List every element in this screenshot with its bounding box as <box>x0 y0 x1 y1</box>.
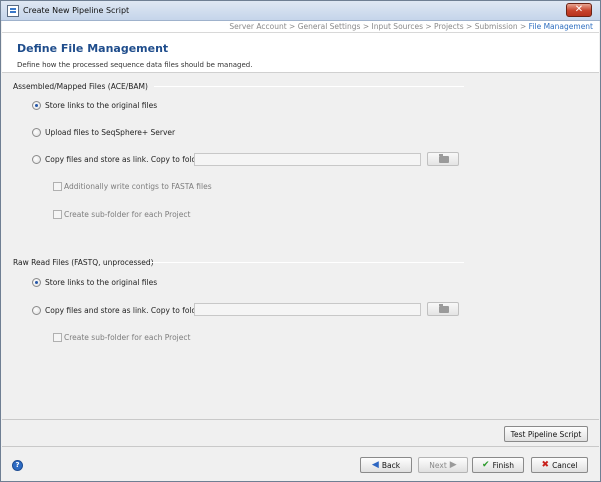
cancel-button[interactable]: ✖ Cancel <box>531 457 588 473</box>
assembled-links-radio[interactable] <box>32 101 41 110</box>
dialog-window: Create New Pipeline Script ✕ Server Acco… <box>0 0 601 482</box>
breadcrumb-step: General Settings <box>297 22 361 31</box>
breadcrumb-step: Submission <box>474 22 518 31</box>
button-separator <box>2 446 599 447</box>
assembled-folder-field[interactable] <box>194 153 421 166</box>
breadcrumb-separator: > <box>286 22 298 31</box>
cancel-label: Cancel <box>552 460 578 470</box>
assembled-upload-radio[interactable] <box>32 128 41 137</box>
next-label: Next <box>429 460 447 470</box>
title-bar[interactable]: Create New Pipeline Script ✕ <box>1 1 600 21</box>
raw-section-title: Raw Read Files (FASTQ, unprocessed) <box>13 258 154 267</box>
app-icon <box>7 5 19 17</box>
breadcrumb: Server Account > General Settings > Inpu… <box>229 22 593 31</box>
raw-browse-button[interactable] <box>427 302 459 316</box>
test-pipeline-button[interactable]: Test Pipeline Script <box>504 426 588 442</box>
finish-label: Finish <box>492 460 514 470</box>
raw-copy-label[interactable]: Copy files and store as link. Copy to fo… <box>45 306 206 315</box>
breadcrumb-step: Projects <box>434 22 464 31</box>
help-icon[interactable]: ? <box>12 460 23 471</box>
breadcrumb-current-step: File Management <box>528 22 593 31</box>
close-icon: ✕ <box>574 4 584 15</box>
wizard-header: Server Account > General Settings > Inpu… <box>2 21 599 73</box>
raw-copy-radio[interactable] <box>32 306 41 315</box>
breadcrumb-separator: > <box>517 22 529 31</box>
raw-links-label[interactable]: Store links to the original files <box>45 278 157 287</box>
folder-icon <box>439 154 449 163</box>
finish-button[interactable]: ✔ Finish <box>472 457 524 473</box>
assembled-browse-button[interactable] <box>427 152 459 166</box>
assembled-section-rule <box>154 86 464 87</box>
raw-section-rule <box>150 262 464 263</box>
assembled-fasta-label: Additionally write contigs to FASTA file… <box>64 182 212 191</box>
window-title: Create New Pipeline Script <box>23 6 130 15</box>
page-title: Define File Management <box>17 42 169 55</box>
breadcrumb-separator: > <box>463 22 475 31</box>
assembled-links-label[interactable]: Store links to the original files <box>45 101 157 110</box>
content-area: Assembled/Mapped Files (ACE/BAM) Store l… <box>2 74 599 419</box>
assembled-subfolder-label: Create sub-folder for each Project <box>64 210 191 219</box>
assembled-subfolder-checkbox[interactable] <box>53 210 62 219</box>
close-button[interactable]: ✕ <box>566 3 592 17</box>
header-divider <box>2 32 599 33</box>
assembled-upload-label[interactable]: Upload files to SeqSphere+ Server <box>45 128 175 137</box>
assembled-copy-label[interactable]: Copy files and store as link. Copy to fo… <box>45 155 206 164</box>
back-button[interactable]: ◀ Back <box>360 457 412 473</box>
raw-subfolder-label: Create sub-folder for each Project <box>64 333 191 342</box>
assembled-copy-radio[interactable] <box>32 155 41 164</box>
button-bar: Test Pipeline Script ? ◀ Back Next ▶ ✔ F… <box>2 419 599 481</box>
assembled-fasta-checkbox[interactable] <box>53 182 62 191</box>
back-arrow-icon: ◀ <box>371 459 379 470</box>
breadcrumb-separator: > <box>422 22 435 31</box>
cancel-x-icon: ✖ <box>541 459 550 470</box>
breadcrumb-step: Input Sources <box>371 22 423 31</box>
breadcrumb-step: Server Account <box>229 22 287 31</box>
folder-icon <box>439 304 449 313</box>
back-label: Back <box>381 460 401 470</box>
next-button[interactable]: Next ▶ <box>418 457 468 473</box>
raw-subfolder-checkbox[interactable] <box>53 333 62 342</box>
raw-folder-field[interactable] <box>194 303 421 316</box>
next-arrow-icon: ▶ <box>449 459 457 470</box>
page-subtitle: Define how the processed sequence data f… <box>17 61 253 69</box>
breadcrumb-separator: > <box>360 22 372 31</box>
assembled-section-title: Assembled/Mapped Files (ACE/BAM) <box>13 82 148 91</box>
checkmark-icon: ✔ <box>482 459 490 470</box>
test-pipeline-label: Test Pipeline Script <box>510 429 582 439</box>
raw-links-radio[interactable] <box>32 278 41 287</box>
